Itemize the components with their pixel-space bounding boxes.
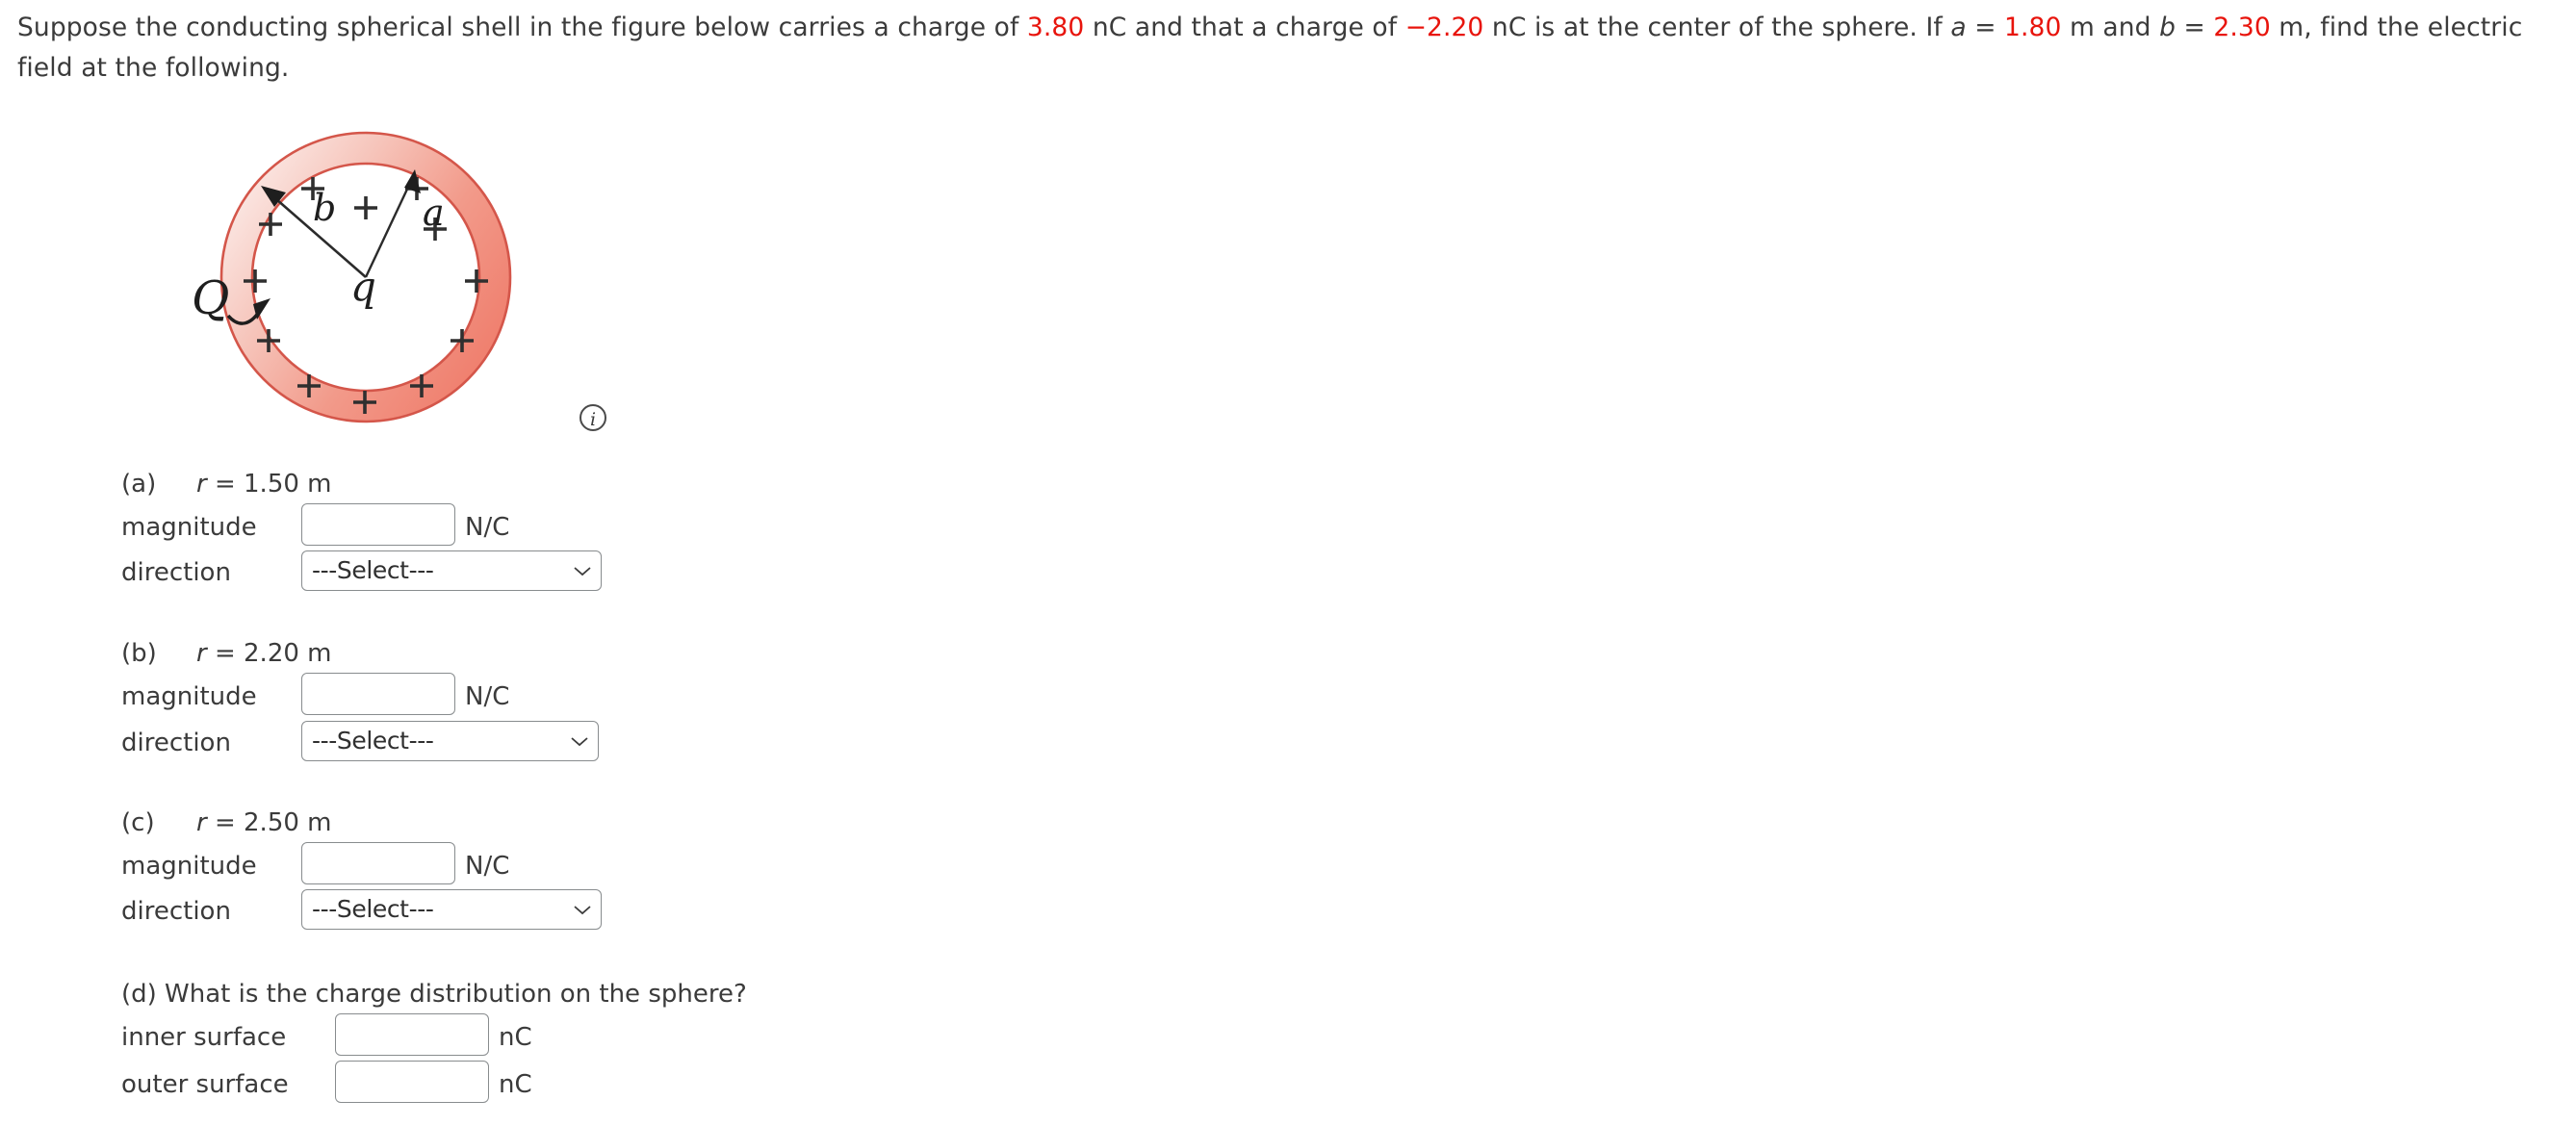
question-b-label: (b) (121, 639, 157, 668)
magnitude-label-b: magnitude (121, 682, 257, 711)
inner-surface-label: inner surface (121, 1023, 287, 1052)
magnitude-input-a[interactable] (301, 503, 455, 546)
outer-surface-unit: nC (499, 1070, 532, 1099)
chevron-down-icon (574, 906, 591, 915)
direction-select-c[interactable]: ---Select--- (301, 889, 602, 930)
value-a: 1.80 (2004, 13, 2062, 42)
statement-part-4: m and (2061, 13, 2160, 42)
shell-charge-value: 3.80 (1026, 13, 1085, 42)
direction-label-a: direction (121, 558, 231, 587)
inner-surface-unit: nC (499, 1023, 532, 1052)
magnitude-unit-b: N/C (465, 682, 510, 711)
question-c-condition: r = 2.50 m (196, 808, 332, 837)
label-b: b (313, 187, 336, 229)
outer-surface-input[interactable] (335, 1061, 489, 1103)
question-a-condition: r = 1.50 m (196, 470, 332, 499)
chevron-down-icon (574, 567, 591, 576)
spherical-shell-figure: b a q Q (168, 92, 573, 458)
problem-page: Suppose the conducting spherical shell i… (0, 0, 2576, 1126)
direction-select-b-value: ---Select--- (312, 726, 434, 755)
statement-part-3: nC is at the center of the sphere. If (1483, 13, 1951, 42)
inner-surface-input[interactable] (335, 1013, 489, 1056)
magnitude-unit-a: N/C (465, 513, 510, 542)
chevron-down-icon (571, 737, 588, 747)
info-icon[interactable]: i (578, 402, 608, 433)
magnitude-input-b[interactable] (301, 673, 455, 715)
magnitude-label-c: magnitude (121, 852, 257, 881)
direction-label-c: direction (121, 897, 231, 926)
question-a-label: (a) (121, 470, 157, 499)
magnitude-unit-c: N/C (465, 852, 510, 881)
question-c-label: (c) (121, 808, 155, 837)
direction-label-b: direction (121, 729, 231, 757)
variable-a: a (1950, 13, 1967, 42)
direction-select-a[interactable]: ---Select--- (301, 550, 602, 591)
direction-select-c-value: ---Select--- (312, 894, 434, 923)
statement-part-1: Suppose the conducting spherical shell i… (17, 13, 1027, 42)
direction-select-b[interactable]: ---Select--- (301, 721, 599, 761)
problem-statement: Suppose the conducting spherical shell i… (17, 8, 2568, 89)
magnitude-label-a: magnitude (121, 513, 257, 542)
variable-b: b (2159, 13, 2177, 42)
label-a: a (423, 192, 445, 234)
direction-select-a-value: ---Select--- (312, 555, 434, 584)
equals-1: = (1966, 13, 2005, 42)
label-q: q (350, 263, 376, 310)
magnitude-input-c[interactable] (301, 842, 455, 884)
equals-2: = (2176, 13, 2214, 42)
svg-text:i: i (590, 409, 596, 430)
label-Q: Q (192, 271, 229, 325)
question-b-condition: r = 2.20 m (196, 639, 332, 668)
question-d-label: (d) What is the charge distribution on t… (121, 980, 747, 1009)
outer-surface-label: outer surface (121, 1070, 289, 1099)
statement-part-2: nC and that a charge of (1084, 13, 1405, 42)
value-b: 2.30 (2213, 13, 2271, 42)
center-charge-value: −2.20 (1404, 13, 1484, 42)
